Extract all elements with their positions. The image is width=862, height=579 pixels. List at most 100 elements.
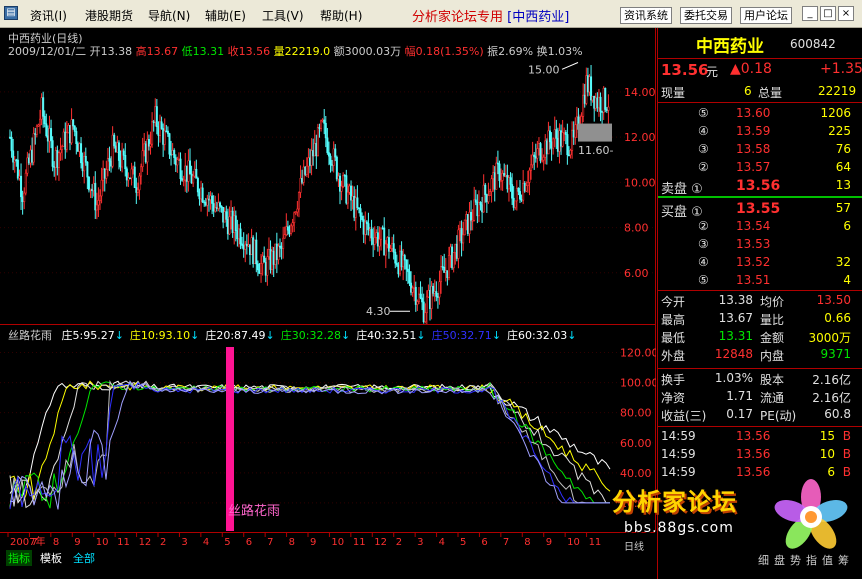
kline-candle: [522, 182, 525, 201]
kline-candle: [206, 198, 209, 206]
indicator-axis-tick: 120.00: [620, 347, 656, 360]
bid-row: ④ 13.52 32: [698, 255, 851, 269]
info-system-button[interactable]: 资讯系统: [620, 7, 672, 24]
kline-candle: [342, 174, 345, 187]
kline-candle: [21, 196, 24, 202]
kline-candle: [250, 237, 253, 255]
trade-button[interactable]: 委托交易: [680, 7, 732, 24]
price-axis-tick: 14.00: [624, 86, 656, 99]
kline-candle: [447, 255, 450, 278]
menu-item-navigation[interactable]: 导航(N): [148, 7, 190, 24]
quote-side-tab[interactable]: 指: [806, 552, 817, 568]
kline-candle: [376, 232, 379, 247]
kline-candle: [604, 87, 607, 110]
kline-candle: [242, 245, 245, 250]
date-axis-label: 12: [139, 537, 152, 548]
kline-candle: [583, 94, 586, 104]
kline-candle: [305, 165, 308, 175]
kline-candle: [331, 163, 334, 166]
kline-candle: [304, 166, 307, 175]
kline-candle: [552, 138, 555, 149]
kline-candle: [230, 210, 233, 218]
stock-header: 中西药业 600842: [658, 32, 862, 57]
tab-indicator[interactable]: 指标: [6, 550, 32, 566]
date-axis-label: 5: [224, 537, 230, 548]
kline-candle: [293, 212, 296, 223]
quote-side-tab[interactable]: 盘: [774, 552, 785, 568]
kline-candle: [406, 268, 409, 272]
kline-candle: [193, 168, 196, 177]
kline-candle: [365, 221, 368, 224]
kline-candle: [580, 116, 583, 125]
menu-item-info[interactable]: 资讯(I): [30, 7, 67, 24]
stat-row: 外盘 12848 内盘 9371: [661, 347, 851, 363]
kline-candle: [310, 150, 313, 166]
forum-button[interactable]: 用户论坛: [740, 7, 792, 24]
kline-candle: [316, 127, 319, 157]
date-axis-label: 7: [267, 537, 273, 548]
tab-template[interactable]: 模板: [40, 550, 62, 566]
maximize-button[interactable]: □: [820, 6, 836, 21]
kline-candle: [468, 211, 471, 234]
kline-candle: [121, 150, 124, 168]
kline-candle: [170, 153, 173, 156]
kline-candle: [297, 192, 300, 210]
stock-name: 中西药业: [696, 37, 764, 57]
kline-candle: [195, 168, 198, 179]
kline-candle: [458, 228, 461, 231]
forum-watermark: 分析家论坛 bbs.88gs.com 细盘势指值筹: [606, 472, 856, 572]
kline-candle: [116, 142, 119, 153]
kline-candle: [157, 126, 160, 136]
date-axis-label: 11: [117, 537, 130, 548]
menu-item-assist[interactable]: 辅助(E): [205, 7, 246, 24]
close-button[interactable]: ×: [838, 6, 854, 21]
tab-all[interactable]: 全部: [73, 550, 95, 566]
kline-candle: [72, 119, 75, 127]
kline-candle: [370, 229, 373, 239]
indicator-axis-tick: 60.00: [620, 437, 652, 450]
minimize-button[interactable]: _: [802, 6, 818, 21]
kline-candle: [392, 243, 395, 253]
menu-item-help[interactable]: 帮助(H): [320, 7, 362, 24]
kline-candle: [574, 124, 577, 138]
indicator-chart: 120.00100.0080.0060.0040.0020.00丝路花雨: [0, 347, 656, 531]
kline-candle: [481, 204, 484, 213]
kline-candle: [155, 106, 158, 127]
kline-candle: [323, 119, 326, 124]
kline-candle: [454, 243, 457, 253]
kline-candle: [593, 95, 596, 109]
kline-candle: [443, 266, 446, 273]
menu-item-hk-futures[interactable]: 港股期货: [85, 7, 133, 24]
kline-candle: [234, 215, 237, 231]
date-axis-label: 9: [310, 537, 316, 548]
app-menu-icon[interactable]: ▤: [4, 6, 18, 20]
indicator-panel[interactable]: 丝路花雨 庄5:95.27↓ 庄10:93.10↓ 庄20:87.49↓ 庄30:32…: [0, 324, 656, 532]
kline-candle: [465, 214, 468, 221]
kline-candle: [525, 185, 528, 192]
kline-candle: [220, 205, 223, 208]
kline-candle: [424, 312, 427, 323]
kline-candle: [239, 228, 242, 245]
kline-candle: [553, 129, 556, 140]
kline-candle: [146, 139, 149, 163]
kline-panel[interactable]: 中西药业(日线) 2009/12/01/二 开13.38 高13.67 低13.…: [0, 28, 656, 324]
kline-candle: [12, 150, 15, 163]
quote-side-tab[interactable]: 细: [758, 552, 769, 568]
quote-side-tab[interactable]: 筹: [838, 552, 849, 568]
kline-candle: [173, 150, 176, 158]
quote-side-tab[interactable]: 值: [822, 552, 833, 568]
kline-candle: [493, 172, 496, 190]
kline-candle: [141, 150, 144, 168]
kline-candle: [111, 134, 114, 167]
bid-row: ③ 13.53: [698, 237, 771, 251]
kline-candle: [135, 187, 138, 193]
kline-chart: 14.00 12.00 10.00 8.00 6.00 15.00 4.30 11.60-: [0, 62, 656, 324]
date-axis-label: 7: [503, 537, 509, 548]
kline-candle: [89, 188, 92, 191]
kline-candle: [337, 175, 340, 180]
kline-candle: [537, 143, 540, 149]
menu-item-tools[interactable]: 工具(V): [262, 7, 304, 24]
quote-side-tab[interactable]: 势: [790, 552, 801, 568]
price-axis-tick: 6.00: [624, 267, 649, 280]
kline-candle: [198, 191, 201, 200]
